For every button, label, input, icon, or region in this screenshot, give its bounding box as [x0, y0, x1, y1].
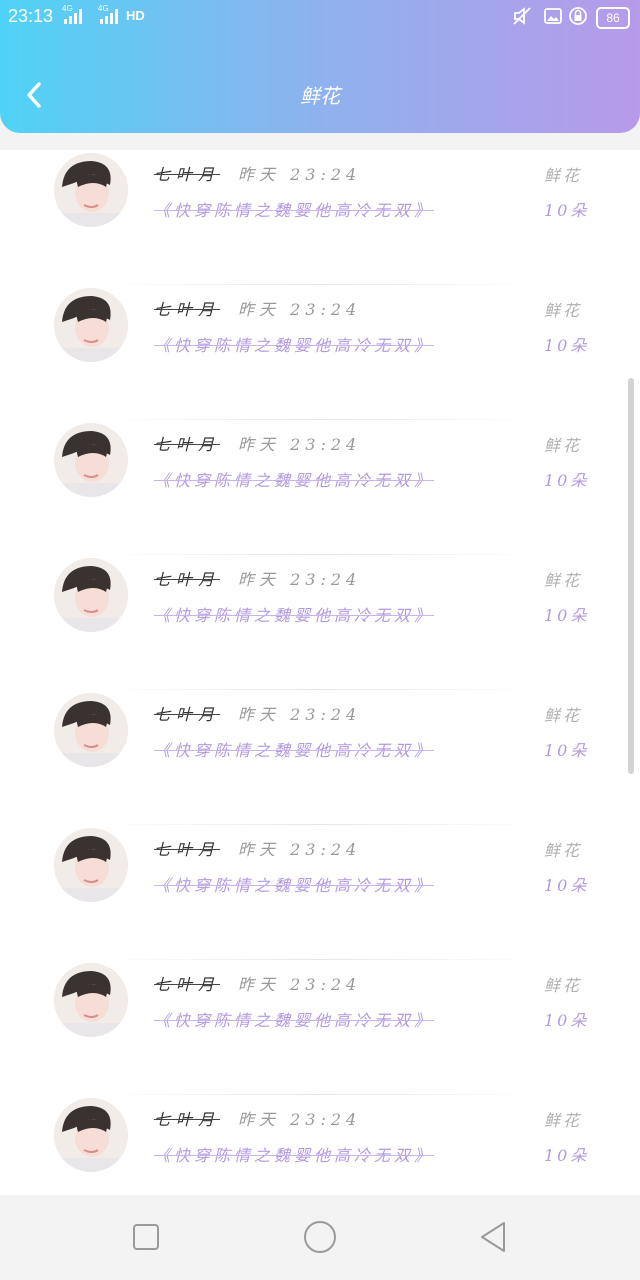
gift-count: 10朵 [544, 201, 590, 220]
list-item[interactable]: 七叶月 昨天 23:24 《快穿陈情之魏婴他高冷无双》 鲜花 10朵 [0, 825, 640, 960]
circle-icon [304, 1221, 336, 1253]
avatar[interactable] [54, 963, 128, 1037]
timestamp: 昨天 23:24 [238, 1110, 362, 1129]
gift-count: 10朵 [544, 606, 590, 625]
novel-title[interactable]: 《快穿陈情之魏婴他高冷无双》 [154, 197, 434, 221]
timestamp: 昨天 23:24 [238, 435, 362, 454]
flower-record-list[interactable]: 七叶月 昨天 23:24 《快穿陈情之魏婴他高冷无双》 鲜花 10朵 七叶月 昨… [0, 150, 640, 1195]
gift-count: 10朵 [544, 741, 590, 760]
gift-count: 10朵 [544, 1011, 590, 1030]
user-name: 七叶月 [154, 570, 221, 589]
user-name: 七叶月 [154, 1110, 221, 1129]
gift-type: 鲜花 [544, 166, 583, 185]
gift-type: 鲜花 [544, 841, 583, 860]
timestamp: 昨天 23:24 [238, 165, 362, 184]
timestamp: 昨天 23:24 [238, 570, 362, 589]
status-bar: 23:13 4G 4G HD 86 [0, 0, 640, 34]
avatar[interactable] [54, 558, 128, 632]
page-title: 鲜花 [300, 84, 340, 108]
signal-icon [64, 8, 82, 24]
list-item[interactable]: 七叶月 昨天 23:24 《快穿陈情之魏婴他高冷无双》 鲜花 10朵 [0, 285, 640, 420]
triangle-back-icon [481, 1222, 505, 1252]
user-name: 七叶月 [154, 975, 221, 994]
timestamp: 昨天 23:24 [238, 975, 362, 994]
avatar[interactable] [54, 828, 128, 902]
gift-count: 10朵 [544, 471, 590, 490]
gift-type: 鲜花 [544, 706, 583, 725]
novel-title[interactable]: 《快穿陈情之魏婴他高冷无双》 [154, 737, 434, 761]
battery-indicator: 86 [596, 7, 630, 29]
list-item[interactable]: 七叶月 昨天 23:24 《快穿陈情之魏婴他高冷无双》 鲜花 10朵 [0, 555, 640, 690]
list-item[interactable]: 七叶月 昨天 23:24 《快穿陈情之魏婴他高冷无双》 鲜花 10朵 [0, 1095, 640, 1195]
gift-count: 10朵 [544, 1146, 590, 1165]
recents-button[interactable] [124, 1215, 168, 1259]
novel-title[interactable]: 《快穿陈情之魏婴他高冷无双》 [154, 1142, 434, 1166]
user-name: 七叶月 [154, 705, 221, 724]
avatar[interactable] [54, 288, 128, 362]
avatar[interactable] [54, 423, 128, 497]
timestamp: 昨天 23:24 [238, 300, 362, 319]
image-notification-icon [544, 8, 562, 24]
list-item[interactable]: 七叶月 昨天 23:24 《快穿陈情之魏婴他高冷无双》 鲜花 10朵 [0, 690, 640, 825]
scrollbar[interactable] [628, 378, 634, 774]
list-item[interactable]: 七叶月 昨天 23:24 《快穿陈情之魏婴他高冷无双》 鲜花 10朵 [0, 960, 640, 1095]
novel-title[interactable]: 《快穿陈情之魏婴他高冷无双》 [154, 467, 434, 491]
avatar[interactable] [54, 693, 128, 767]
home-button[interactable] [298, 1215, 342, 1259]
status-time: 23:13 [8, 6, 54, 26]
avatar[interactable] [54, 153, 128, 227]
gift-type: 鲜花 [544, 436, 583, 455]
timestamp: 昨天 23:24 [238, 840, 362, 859]
novel-title[interactable]: 《快穿陈情之魏婴他高冷无双》 [154, 332, 434, 356]
hd-badge: HD [126, 8, 145, 23]
novel-title[interactable]: 《快穿陈情之魏婴他高冷无双》 [154, 872, 434, 896]
gift-type: 鲜花 [544, 976, 583, 995]
gift-count: 10朵 [544, 336, 590, 355]
gift-count: 10朵 [544, 876, 590, 895]
header-bar: 23:13 4G 4G HD 86 鲜花 [0, 0, 640, 133]
user-name: 七叶月 [154, 435, 221, 454]
system-back-button[interactable] [472, 1215, 516, 1259]
lock-icon [569, 7, 587, 25]
square-icon [133, 1224, 159, 1250]
gift-type: 鲜花 [544, 1111, 583, 1130]
avatar[interactable] [54, 1098, 128, 1172]
novel-title[interactable]: 《快穿陈情之魏婴他高冷无双》 [154, 602, 434, 626]
user-name: 七叶月 [154, 840, 221, 859]
list-item[interactable]: 七叶月 昨天 23:24 《快穿陈情之魏婴他高冷无双》 鲜花 10朵 [0, 150, 640, 285]
signal-icon-2 [100, 8, 118, 24]
gift-type: 鲜花 [544, 571, 583, 590]
mute-icon [513, 7, 531, 25]
user-name: 七叶月 [154, 300, 221, 319]
system-nav-bar [0, 1195, 640, 1280]
timestamp: 昨天 23:24 [238, 705, 362, 724]
gift-type: 鲜花 [544, 301, 583, 320]
novel-title[interactable]: 《快穿陈情之魏婴他高冷无双》 [154, 1007, 434, 1031]
list-item[interactable]: 七叶月 昨天 23:24 《快穿陈情之魏婴他高冷无双》 鲜花 10朵 [0, 420, 640, 555]
user-name: 七叶月 [154, 165, 221, 184]
